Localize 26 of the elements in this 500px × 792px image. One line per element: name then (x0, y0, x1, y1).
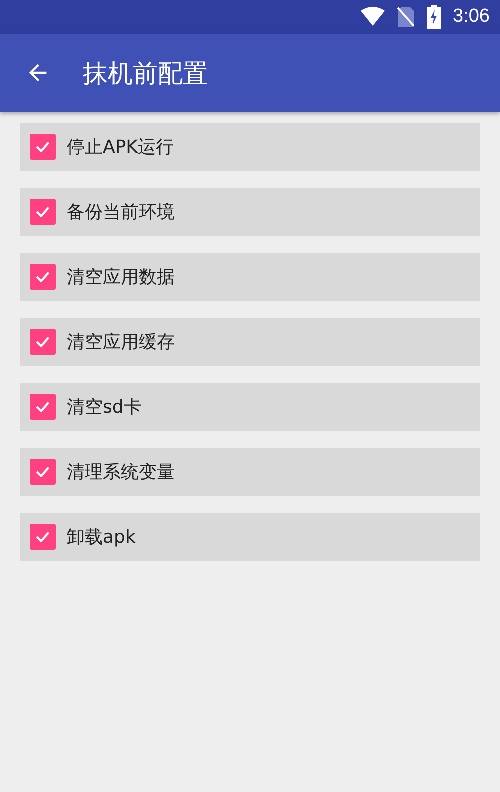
screen-title: 抹机前配置 (83, 58, 208, 90)
checkbox[interactable] (30, 459, 56, 485)
wifi-icon (361, 7, 386, 27)
option-label: 清空应用数据 (67, 266, 175, 289)
checkbox[interactable] (30, 134, 56, 160)
option-label: 备份当前环境 (67, 201, 175, 224)
checkbox[interactable] (30, 199, 56, 225)
checkbox[interactable] (30, 329, 56, 355)
option-label: 卸载apk (67, 526, 136, 549)
checkbox[interactable] (30, 394, 56, 420)
option-label: 停止APK运行 (67, 136, 174, 159)
option-row[interactable]: 清空应用数据 (20, 253, 480, 301)
option-label: 清理系统变量 (67, 461, 175, 484)
status-time: 3:06 (453, 6, 490, 28)
option-row[interactable]: 清空应用缓存 (20, 318, 480, 366)
checkbox[interactable] (30, 524, 56, 550)
sim-off-icon (397, 6, 416, 28)
battery-charging-icon (427, 5, 442, 29)
option-row[interactable]: 停止APK运行 (20, 123, 480, 171)
option-row[interactable]: 备份当前环境 (20, 188, 480, 236)
option-row[interactable]: 卸载apk (20, 513, 480, 561)
option-row[interactable]: 清理系统变量 (20, 448, 480, 496)
option-label: 清空应用缓存 (67, 331, 175, 354)
checkbox[interactable] (30, 264, 56, 290)
option-label: 清空sd卡 (67, 396, 142, 419)
option-row[interactable]: 清空sd卡 (20, 383, 480, 431)
